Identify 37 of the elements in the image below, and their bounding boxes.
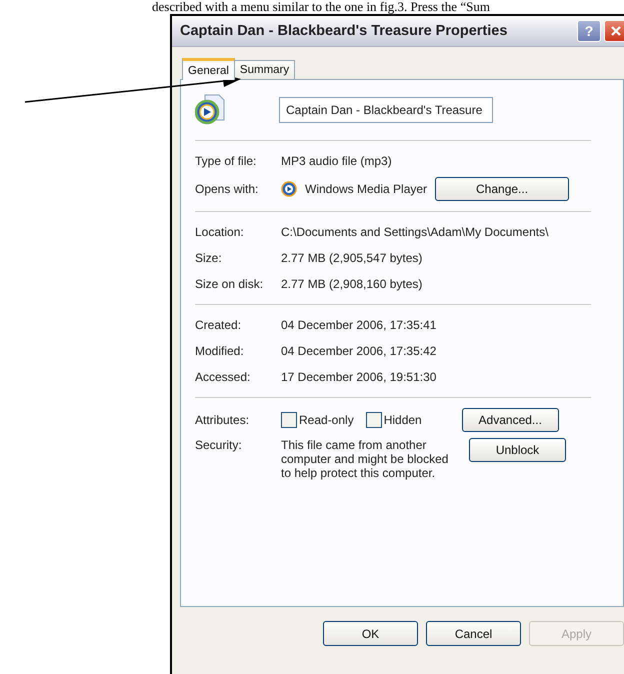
field-label: Modified: <box>195 344 245 358</box>
file-name-field[interactable]: Captain Dan - Blackbeard's Treasure <box>279 97 493 123</box>
field-label: Size: <box>195 251 223 265</box>
field-value: 2.77 MB (2,905,547 bytes) <box>281 251 422 265</box>
field-label: Accessed: <box>195 370 252 384</box>
field-label: Created: <box>195 318 242 332</box>
checkbox[interactable] <box>366 412 382 428</box>
field-value: 17 December 2006, 19:51:30 <box>281 370 436 384</box>
security-message: This file came from another computer and might be blocked to help protect this computer. <box>281 438 450 480</box>
change-button[interactable]: Change... <box>435 177 570 201</box>
media-file-icon <box>195 94 225 126</box>
document-text: described with a menu similar to the one in fig.3. Press the “Sum <box>151 0 491 13</box>
checkbox[interactable] <box>281 412 297 428</box>
window-title: Captain Dan - Blackbeard's Treasure Properties <box>180 23 508 39</box>
field-label: Opens with: <box>195 182 260 196</box>
field-value: 2.77 MB (2,908,160 bytes) <box>281 277 422 291</box>
tab[interactable]: Summary <box>234 60 296 79</box>
dialog-button[interactable]: Cancel <box>426 621 521 646</box>
field-value: C:\Documents and Settings\Adam\My Documents\ <box>281 225 548 239</box>
field-label: Attributes: <box>195 413 250 427</box>
dialog-button[interactable]: OK <box>323 621 418 646</box>
advanced-button[interactable]: Advanced... <box>462 408 559 432</box>
field-label: Type of file: <box>195 154 258 168</box>
close-icon <box>610 25 622 37</box>
unblock-button[interactable]: Unblock <box>469 438 566 462</box>
tab[interactable]: General <box>182 58 235 80</box>
field-value: MP3 audio file (mp3) <box>281 154 392 168</box>
checkbox-label: Hidden <box>384 413 422 427</box>
media-player-icon <box>281 181 297 197</box>
field-value: 04 December 2006, 17:35:42 <box>281 344 436 358</box>
field-value: Windows Media Player <box>305 182 428 196</box>
checkbox-label: Read-only <box>299 413 354 427</box>
field-label: Size on disk: <box>195 277 264 291</box>
field-label: Security: <box>195 438 243 452</box>
field-label: Location: <box>195 225 245 239</box>
close-button[interactable] <box>604 20 624 42</box>
field-value: 04 December 2006, 17:35:41 <box>281 318 436 332</box>
